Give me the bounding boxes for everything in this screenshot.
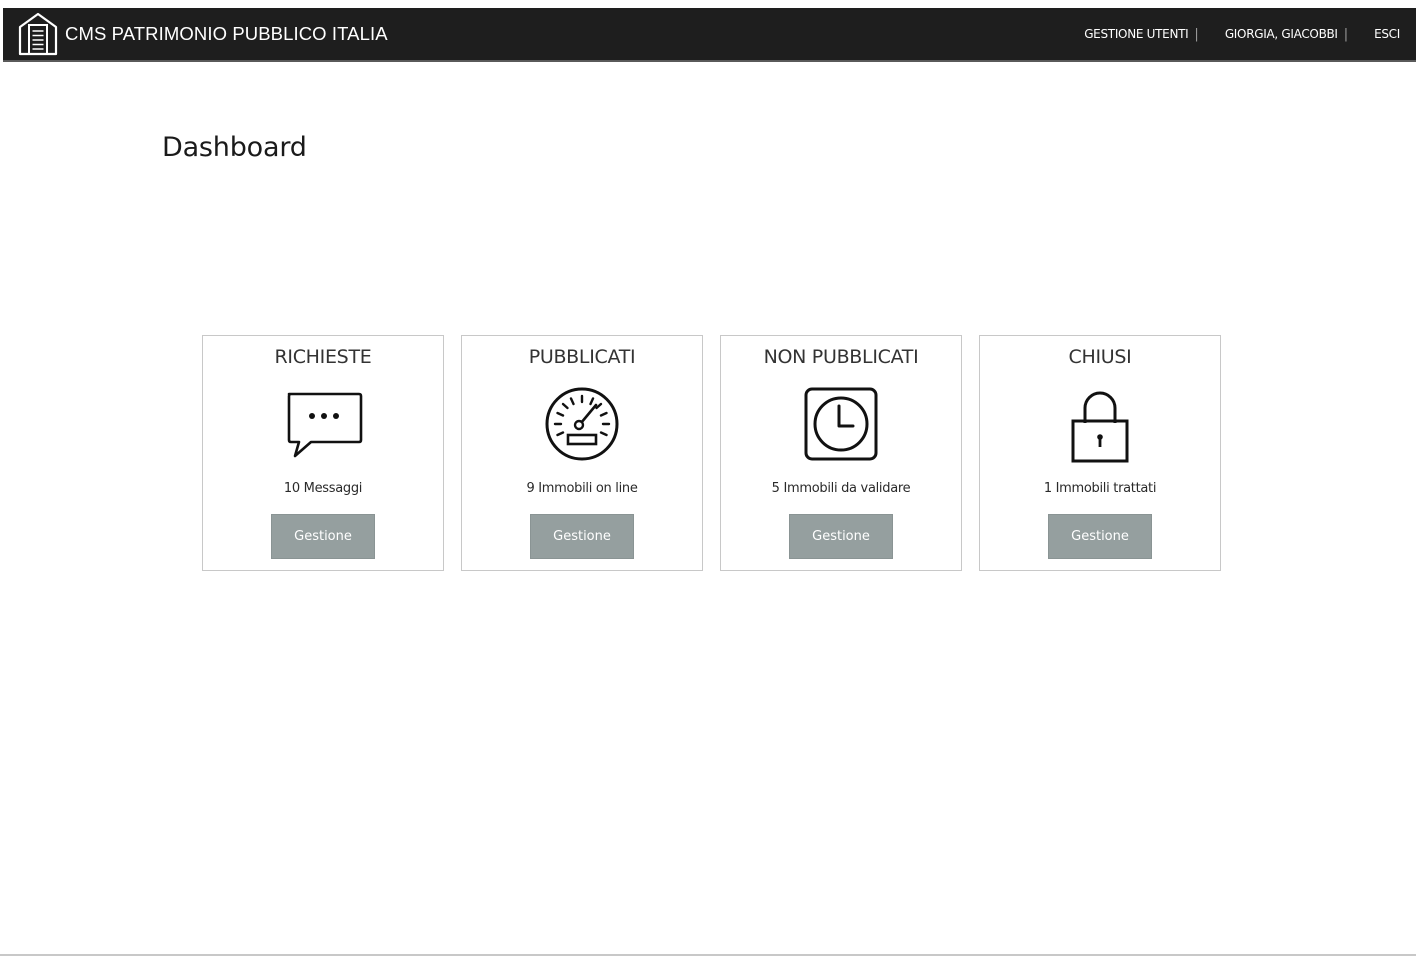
card-richieste: RICHIESTE 10 Messaggi Gestione bbox=[202, 335, 444, 571]
user-nav: GESTIONE UTENTI | GIORGIA, GIACOBBI | ES… bbox=[1084, 8, 1400, 60]
clock-icon bbox=[801, 386, 881, 466]
page: CMS PATRIMONIO PUBBLICO ITALIA GESTIONE … bbox=[0, 0, 1416, 956]
top-strip bbox=[0, 0, 1416, 8]
card-count: 1 Immobili trattati bbox=[1043, 481, 1157, 496]
brand[interactable]: CMS PATRIMONIO PUBBLICO ITALIA bbox=[15, 8, 388, 60]
page-title: Dashboard bbox=[162, 132, 307, 163]
brand-title: CMS PATRIMONIO PUBBLICO ITALIA bbox=[65, 23, 388, 44]
card-non-pubblicati: NON PUBBLICATI 5 Immobili da validare Ge… bbox=[720, 335, 962, 571]
speedometer-icon bbox=[542, 386, 622, 466]
chat-bubble-icon bbox=[283, 386, 363, 466]
card-title: CHIUSI bbox=[1068, 346, 1132, 368]
top-navigation-bar: CMS PATRIMONIO PUBBLICO ITALIA GESTIONE … bbox=[3, 8, 1416, 62]
card-title: NON PUBBLICATI bbox=[763, 346, 919, 368]
gestione-chiusi-button[interactable]: Gestione bbox=[1048, 514, 1152, 559]
padlock-icon bbox=[1060, 386, 1140, 466]
manage-users-link[interactable]: GESTIONE UTENTI bbox=[1084, 27, 1189, 41]
gestione-pubblicati-button[interactable]: Gestione bbox=[530, 514, 634, 559]
nav-separator: | bbox=[1194, 26, 1199, 42]
card-title: RICHIESTE bbox=[274, 346, 372, 368]
card-count: 5 Immobili da validare bbox=[771, 481, 911, 496]
user-name-link[interactable]: GIORGIA, GIACOBBI bbox=[1225, 27, 1338, 41]
card-count: 10 Messaggi bbox=[283, 481, 363, 496]
gestione-richieste-button[interactable]: Gestione bbox=[271, 514, 375, 559]
card-title: PUBBLICATI bbox=[528, 346, 636, 368]
gestione-non-pubblicati-button[interactable]: Gestione bbox=[789, 514, 893, 559]
logout-link[interactable]: ESCI bbox=[1374, 27, 1400, 41]
nav-separator: | bbox=[1343, 26, 1349, 42]
dashboard-cards: RICHIESTE 10 Messaggi Gestione PUBBLICAT… bbox=[202, 335, 1221, 571]
building-document-icon bbox=[15, 11, 61, 57]
card-pubblicati: PUBBLICATI 9 Immobili on line Gestione bbox=[461, 335, 703, 571]
card-chiusi: CHIUSI 1 Immobili trattati Gestione bbox=[979, 335, 1221, 571]
card-count: 9 Immobili on line bbox=[526, 481, 638, 496]
